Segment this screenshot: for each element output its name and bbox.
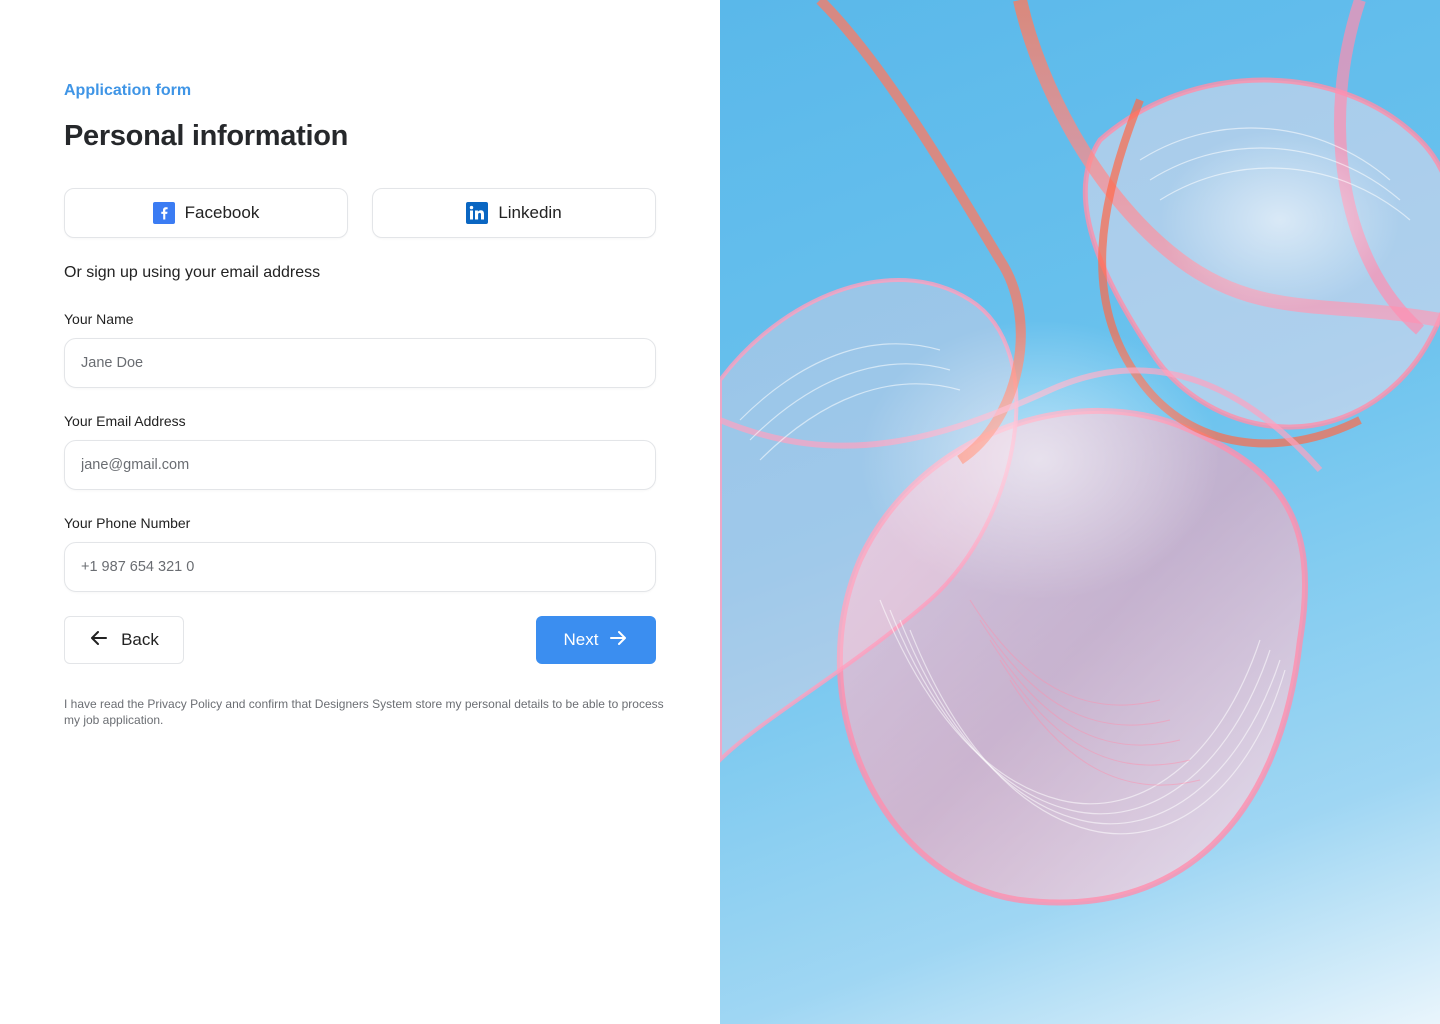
linkedin-button-label: Linkedin: [498, 203, 562, 222]
facebook-button[interactable]: Facebook: [64, 188, 348, 238]
page-title: Personal information: [64, 120, 349, 152]
abstract-glass-ribbons-image: [720, 0, 1440, 906]
name-input[interactable]: [64, 338, 656, 388]
facebook-icon: [152, 202, 175, 224]
email-signup-caption: Or sign up using your email address: [64, 264, 321, 281]
name-label: Your Name: [64, 311, 134, 327]
back-button[interactable]: Back: [64, 616, 184, 664]
linkedin-icon: [466, 202, 489, 224]
privacy-notice: I have read the Privacy Policy and confi…: [64, 697, 664, 727]
arrow-right-icon: [608, 628, 628, 653]
arrow-left-icon: [89, 628, 109, 653]
phone-label: Your Phone Number: [64, 515, 191, 531]
back-button-label: Back: [121, 630, 159, 649]
email-label: Your Email Address: [64, 413, 186, 429]
form-eyebrow: Application form: [64, 82, 192, 99]
facebook-button-label: Facebook: [184, 203, 260, 222]
hero-illustration: [720, 0, 1440, 1024]
email-input[interactable]: [64, 440, 656, 490]
linkedin-button[interactable]: Linkedin: [372, 188, 656, 238]
form-panel: Application form Personal information Fa…: [0, 0, 720, 1024]
next-button-label: Next: [563, 630, 599, 649]
phone-input[interactable]: [64, 542, 656, 592]
next-button[interactable]: Next: [536, 616, 656, 664]
